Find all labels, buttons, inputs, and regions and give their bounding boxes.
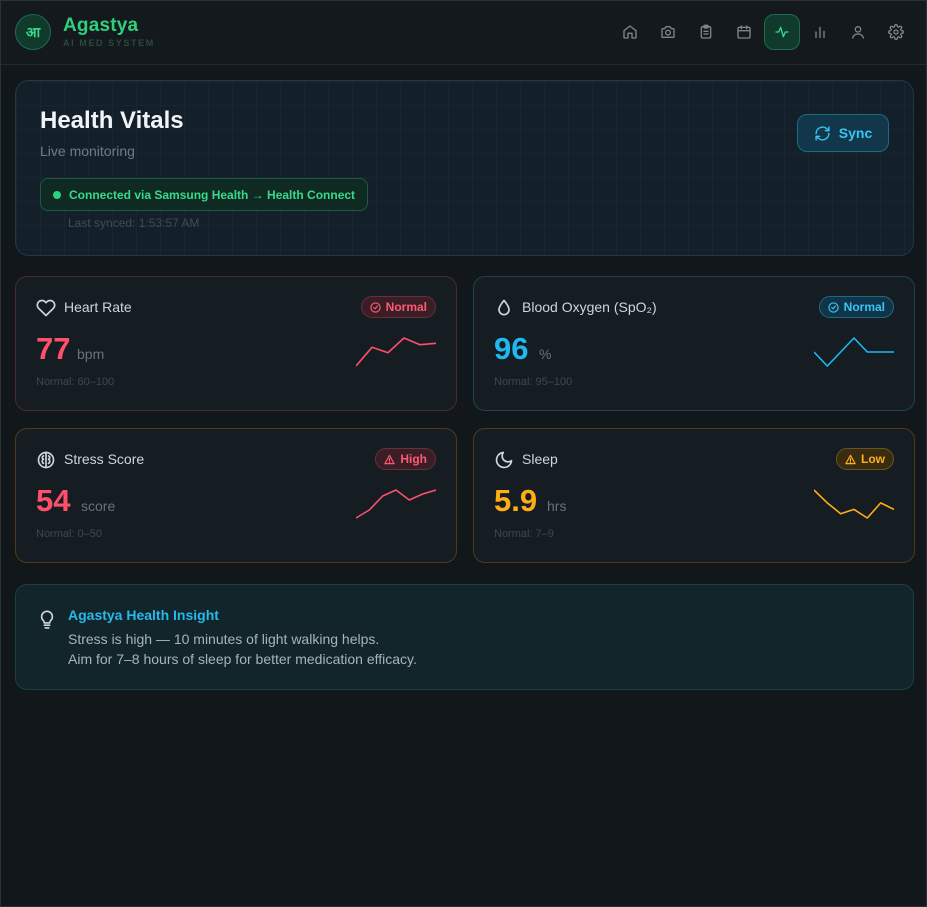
connection-status-text: Connected via Samsung Health → Health Co…	[69, 187, 356, 202]
last-synced-text: Last synced: 1:53:57 AM	[68, 216, 200, 230]
vital-value: 5.9	[494, 483, 538, 518]
check-circle-icon	[369, 301, 381, 313]
insight-title: Agastya Health Insight	[68, 607, 219, 623]
sparkline-path	[356, 489, 436, 519]
status-dot-icon	[53, 191, 61, 199]
nav-vitals-button[interactable]	[764, 14, 800, 50]
vital-value: 77	[36, 331, 71, 366]
vital-value: 54	[36, 483, 71, 518]
status-label: Normal	[843, 300, 885, 314]
vital-value: 96	[494, 331, 529, 366]
droplet-icon	[498, 299, 510, 316]
vital-unit: bpm	[77, 346, 105, 362]
nav-clipboard-button[interactable]	[688, 14, 724, 50]
card-title: Blood Oxygen (SpO₂)	[522, 299, 657, 315]
moon-icon	[495, 451, 513, 469]
gear-icon	[888, 24, 904, 40]
heart-rate-sparkline	[356, 337, 436, 367]
refresh-icon	[815, 125, 830, 141]
heart-rate-card[interactable]: Heart Rate Normal 77 bpm Normal: 60–100	[15, 276, 457, 411]
sparkline-path	[356, 337, 436, 367]
top-header: आ Agastya AI MED SYSTEM	[1, 1, 926, 65]
app-tagline: AI MED SYSTEM	[63, 38, 155, 48]
insight-line: Aim for 7–8 hours of sleep for better me…	[68, 651, 417, 667]
stress-score-card[interactable]: Stress Score High 54 score Normal: 0–50	[15, 428, 457, 563]
health-vitals-panel: Health Vitals Live monitoring Connected …	[15, 80, 914, 256]
heart-icon	[36, 299, 56, 317]
nav-profile-button[interactable]	[840, 14, 876, 50]
status-label: High	[400, 452, 427, 466]
page-title: Health Vitals	[40, 107, 184, 134]
user-icon	[852, 26, 864, 39]
app-logo[interactable]: आ	[15, 14, 51, 50]
insight-line: Stress is high — 10 minutes of light wal…	[68, 631, 380, 647]
status-badge: High	[375, 448, 436, 470]
clipboard-icon	[700, 24, 712, 39]
warning-triangle-icon	[384, 454, 396, 464]
warning-triangle-icon	[845, 454, 856, 464]
normal-range: Normal: 95–100	[494, 376, 573, 388]
page-subtitle: Live monitoring	[40, 143, 135, 159]
status-badge: Normal	[360, 296, 436, 318]
card-title: Sleep	[522, 451, 558, 467]
nav-camera-button[interactable]	[650, 14, 686, 50]
sync-button[interactable]: Sync	[797, 114, 889, 152]
status-label: Low	[861, 452, 885, 466]
blood-oxygen-sparkline	[814, 337, 894, 367]
sparkline-path	[814, 489, 894, 519]
brain-icon	[37, 451, 55, 469]
lightbulb-icon	[40, 610, 54, 629]
status-badge: Normal	[818, 296, 894, 318]
activity-icon	[775, 26, 789, 38]
stress-sparkline	[356, 489, 436, 519]
bar-chart-icon	[815, 26, 825, 38]
connection-status-badge: Connected via Samsung Health → Health Co…	[40, 178, 369, 211]
sparkline-path	[814, 337, 894, 367]
sync-button-label: Sync	[838, 125, 873, 141]
vital-unit: hrs	[547, 498, 567, 514]
status-badge: Low	[836, 448, 894, 470]
app-name: Agastya	[63, 15, 139, 36]
top-nav	[612, 14, 914, 50]
blood-oxygen-card[interactable]: Blood Oxygen (SpO₂) Normal 96 % Normal: …	[473, 276, 915, 411]
normal-range: Normal: 60–100	[36, 376, 115, 388]
sleep-card[interactable]: Sleep Low 5.9 hrs Normal: 7–9	[473, 428, 915, 563]
nav-calendar-button[interactable]	[726, 14, 762, 50]
health-insight-panel: Agastya Health Insight Stress is high — …	[15, 584, 914, 690]
calendar-icon	[737, 25, 751, 39]
camera-icon	[661, 26, 675, 38]
card-title: Stress Score	[64, 451, 145, 467]
nav-charts-button[interactable]	[802, 14, 838, 50]
vital-unit: score	[81, 498, 116, 514]
status-label: Normal	[385, 300, 427, 314]
home-icon	[623, 25, 637, 39]
vital-unit: %	[539, 346, 552, 362]
normal-range: Normal: 7–9	[494, 528, 554, 540]
nav-settings-button[interactable]	[878, 14, 914, 50]
check-circle-icon	[827, 301, 839, 313]
nav-home-button[interactable]	[612, 14, 648, 50]
normal-range: Normal: 0–50	[36, 528, 103, 540]
card-title: Heart Rate	[64, 299, 132, 315]
sleep-sparkline	[814, 489, 894, 519]
